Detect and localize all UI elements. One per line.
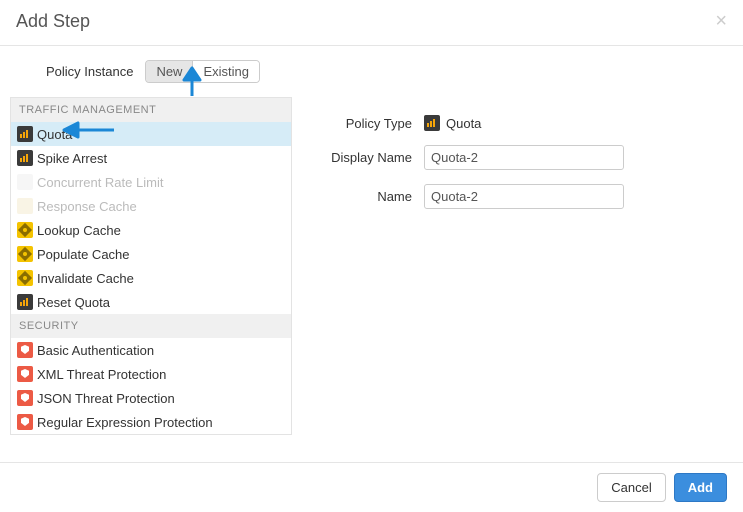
bar-icon — [17, 150, 33, 166]
bar-icon — [17, 126, 33, 142]
sec-icon — [17, 342, 33, 358]
display-name-input[interactable] — [424, 145, 624, 170]
policy-type-label: Policy Type — [314, 116, 424, 131]
beige-icon — [17, 198, 33, 214]
policy-form: Policy Type Quota Display Name Name — [292, 97, 733, 435]
dialog-title: Add Step — [16, 11, 90, 32]
close-icon[interactable]: × — [715, 10, 727, 33]
toggle-new[interactable]: New — [146, 61, 192, 82]
policy-item[interactable]: Reset Quota — [11, 290, 291, 314]
policy-instance-segmented: New Existing — [145, 60, 260, 83]
light-icon — [17, 174, 33, 190]
cache-icon — [17, 270, 33, 286]
sec-icon — [17, 390, 33, 406]
policy-item[interactable]: Populate Cache — [11, 242, 291, 266]
policy-item-label: Basic Authentication — [37, 343, 154, 358]
policy-instance-toggle-row: Policy Instance New Existing — [0, 46, 743, 97]
policy-item-label: XML Threat Protection — [37, 367, 166, 382]
policy-item-label: Spike Arrest — [37, 151, 107, 166]
policy-item[interactable]: XML Threat Protection — [11, 362, 291, 386]
policy-item[interactable]: Invalidate Cache — [11, 266, 291, 290]
cache-icon — [17, 222, 33, 238]
policy-item-label: JSON Threat Protection — [37, 391, 175, 406]
add-button[interactable]: Add — [674, 473, 727, 502]
name-label: Name — [314, 189, 424, 204]
policy-item-label: Response Cache — [37, 199, 137, 214]
policy-item-label: Reset Quota — [37, 295, 110, 310]
display-name-label: Display Name — [314, 150, 424, 165]
policy-item: Concurrent Rate Limit — [11, 170, 291, 194]
policy-list: TRAFFIC MANAGEMENT Quota Spike Arrest Concu… — [10, 97, 292, 435]
bar-icon — [17, 294, 33, 310]
sec-icon — [17, 366, 33, 382]
sec-icon — [17, 414, 33, 430]
policy-item-label: Concurrent Rate Limit — [37, 175, 163, 190]
policy-item-label: Invalidate Cache — [37, 271, 134, 286]
category-header: TRAFFIC MANAGEMENT — [11, 98, 291, 122]
name-input[interactable] — [424, 184, 624, 209]
policy-instance-label: Policy Instance — [46, 64, 133, 79]
cancel-button[interactable]: Cancel — [597, 473, 665, 502]
policy-item[interactable]: Quota — [11, 122, 291, 146]
policy-item[interactable]: Lookup Cache — [11, 218, 291, 242]
policy-item-label: Quota — [37, 127, 72, 142]
policy-item[interactable]: Spike Arrest — [11, 146, 291, 170]
quota-icon — [424, 115, 440, 131]
policy-item: Response Cache — [11, 194, 291, 218]
policy-item-label: Regular Expression Protection — [37, 415, 213, 430]
cache-icon — [17, 246, 33, 262]
toggle-existing[interactable]: Existing — [192, 61, 259, 82]
policy-item[interactable]: Basic Authentication — [11, 338, 291, 362]
policy-item-label: Lookup Cache — [37, 223, 121, 238]
policy-item[interactable]: JSON Threat Protection — [11, 386, 291, 410]
policy-type-value: Quota — [446, 116, 481, 131]
policy-item-label: Populate Cache — [37, 247, 130, 262]
category-header: SECURITY — [11, 314, 291, 338]
policy-item[interactable]: Regular Expression Protection — [11, 410, 291, 434]
